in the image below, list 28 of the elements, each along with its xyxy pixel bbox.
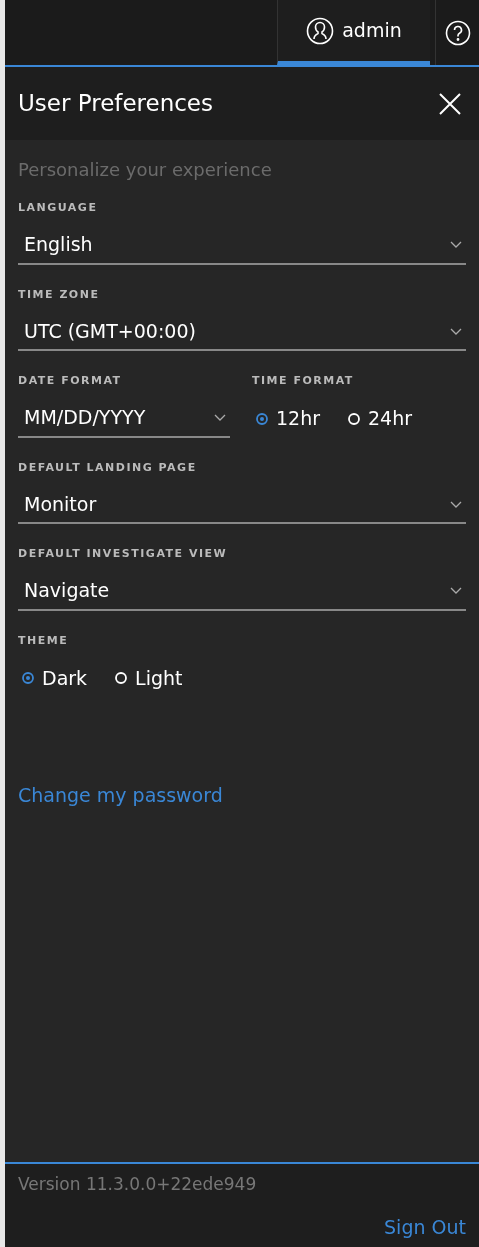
chevron-down-icon <box>450 587 462 594</box>
field-label: THEME <box>18 632 70 649</box>
field-label: TIME FORMAT <box>252 373 355 389</box>
dropdown-field[interactable]: Navigate <box>18 572 466 611</box>
user-icon <box>306 16 335 45</box>
field-label: DEFAULT LANDING PAGE <box>18 459 198 476</box>
panel-title: User Preferences <box>18 89 213 119</box>
user-tab[interactable]: admin <box>277 0 430 65</box>
change-password-link[interactable]: Change my password <box>18 781 223 810</box>
chevron-down-icon <box>214 414 226 421</box>
dropdown-field[interactable]: Monitor <box>18 486 466 524</box>
field-label: DEFAULT INVESTIGATE VIEW <box>18 546 229 562</box>
radio-option[interactable]: Light <box>115 663 183 693</box>
version-text: Version 11.3.0.0+22ede949 <box>18 1173 258 1196</box>
dropdown-field[interactable]: English <box>18 226 466 265</box>
dropdown-field[interactable]: MM/DD/YYYY <box>18 399 230 438</box>
radio-option[interactable]: 24hr <box>348 404 413 433</box>
dropdown-field[interactable]: UTC (GMT+00:00) <box>18 313 466 351</box>
subtitle: Personalize your experience <box>18 158 273 182</box>
chevron-down-icon <box>450 500 462 508</box>
chevron-down-icon <box>450 241 462 248</box>
sign-out-link[interactable]: Sign Out <box>384 1212 466 1241</box>
field-label: LANGUAGE <box>18 200 99 216</box>
field-label: DATE FORMAT <box>18 373 123 389</box>
field-label: TIME ZONE <box>18 286 101 303</box>
radio-option[interactable]: 12hr <box>256 404 321 433</box>
radio-option[interactable]: Dark <box>22 663 88 693</box>
chevron-down-icon <box>450 327 462 335</box>
